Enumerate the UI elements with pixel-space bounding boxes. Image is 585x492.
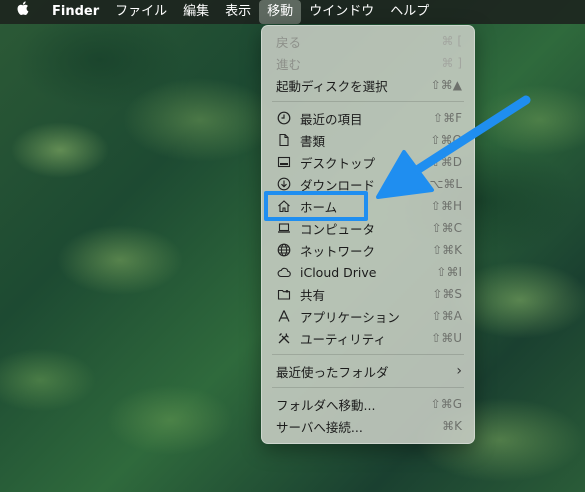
menu-item-startup-disk[interactable]: 起動ディスクを選択 ⇧⌘▲ <box>262 74 474 96</box>
apple-menu[interactable] <box>0 0 44 24</box>
shortcut-label: ⌘ ] <box>441 56 463 70</box>
menu-item-label: 戻る <box>276 34 302 50</box>
menu-item-label: フォルダへ移動... <box>276 397 376 413</box>
menu-item-documents[interactable]: 書類 ⇧⌘O <box>262 129 474 151</box>
menu-view[interactable]: 表示 <box>217 0 259 24</box>
menu-item-connect-to-server[interactable]: サーバへ接続... ⌘K <box>262 415 474 437</box>
shortcut-label: ⇧⌘H <box>430 199 462 213</box>
menu-item-forward[interactable]: 進む ⌘ ] <box>262 52 474 74</box>
shortcut-label: ⇧⌘K <box>432 243 462 257</box>
highlight-box <box>264 191 368 221</box>
menu-item-applications[interactable]: アプリケーション ⇧⌘A <box>262 305 474 327</box>
menu-item-label: ユーティリティ <box>300 331 387 347</box>
shortcut-label: ⇧⌘U <box>431 331 462 345</box>
computer-icon <box>276 220 292 236</box>
menu-edit[interactable]: 編集 <box>175 0 217 24</box>
menu-file[interactable]: ファイル <box>107 0 175 24</box>
menu-item-label: デスクトップ <box>300 155 376 171</box>
shortcut-label: ⌘K <box>442 419 462 433</box>
menu-item-desktop[interactable]: デスクトップ ⇧⌘D <box>262 151 474 173</box>
go-menu-dropdown: 戻る ⌘ [ 進む ⌘ ] 起動ディスクを選択 ⇧⌘▲ 最近の項目 ⇧⌘F 書類… <box>261 25 475 444</box>
utilities-icon <box>276 330 292 346</box>
menu-item-label: コンピュータ <box>300 221 376 237</box>
menu-item-utilities[interactable]: ユーティリティ ⇧⌘U <box>262 327 474 349</box>
chevron-right-icon: › <box>456 363 462 379</box>
clock-icon <box>276 110 292 126</box>
apple-logo-icon <box>15 0 29 25</box>
menu-item-network[interactable]: ネットワーク ⇧⌘K <box>262 239 474 261</box>
shortcut-label: ⇧⌘S <box>432 287 462 301</box>
menu-item-back[interactable]: 戻る ⌘ [ <box>262 30 474 52</box>
menu-item-go-to-folder[interactable]: フォルダへ移動... ⇧⌘G <box>262 393 474 415</box>
shortcut-label: ⇧⌘I <box>436 265 462 279</box>
shortcut-label: ⇧⌘O <box>430 133 463 147</box>
shortcut-label: ⇧⌘D <box>430 155 462 169</box>
shortcut-label: ⇧⌘A <box>431 309 462 323</box>
shortcut-label: ⇧⌘G <box>430 397 462 411</box>
desktop-icon <box>276 154 292 170</box>
menu-item-label: ネットワーク <box>300 243 376 259</box>
menu-item-label: アプリケーション <box>300 309 400 325</box>
menu-item-icloud-drive[interactable]: iCloud Drive ⇧⌘I <box>262 261 474 283</box>
menu-help[interactable]: ヘルプ <box>382 0 437 24</box>
menu-bar: Finder ファイル 編集 表示 移動 ウインドウ ヘルプ <box>0 0 585 24</box>
menu-item-label: 共有 <box>300 287 326 303</box>
shortcut-label: ⇧⌘▲ <box>430 78 462 92</box>
menu-item-label: 書類 <box>300 133 326 149</box>
network-globe-icon <box>276 242 292 258</box>
shared-folder-icon <box>276 286 292 302</box>
menu-item-label: 最近使ったフォルダ <box>276 364 389 380</box>
menu-separator <box>272 387 464 388</box>
menu-item-label: 最近の項目 <box>300 111 363 127</box>
shortcut-label: ⇧⌘C <box>431 221 462 235</box>
document-icon <box>276 132 292 148</box>
menu-item-label: 起動ディスクを選択 <box>276 78 388 94</box>
applications-icon <box>276 308 292 324</box>
menu-item-shared[interactable]: 共有 ⇧⌘S <box>262 283 474 305</box>
menu-item-label: iCloud Drive <box>300 264 377 280</box>
menu-item-recent-folders[interactable]: 最近使ったフォルダ › <box>262 360 474 382</box>
shortcut-label: ⇧⌘F <box>433 111 462 125</box>
menu-separator <box>272 101 464 102</box>
menu-item-recents[interactable]: 最近の項目 ⇧⌘F <box>262 107 474 129</box>
menu-item-label: 進む <box>276 56 302 72</box>
menu-finder[interactable]: Finder <box>44 0 107 24</box>
shortcut-label: ⌥⌘L <box>429 177 462 191</box>
menu-separator <box>272 354 464 355</box>
menu-go[interactable]: 移動 <box>259 0 302 24</box>
cloud-icon <box>276 264 292 280</box>
menu-item-label: サーバへ接続... <box>276 419 363 435</box>
menu-window[interactable]: ウインドウ <box>301 0 382 24</box>
shortcut-label: ⌘ [ <box>441 34 463 48</box>
download-icon <box>276 176 292 192</box>
